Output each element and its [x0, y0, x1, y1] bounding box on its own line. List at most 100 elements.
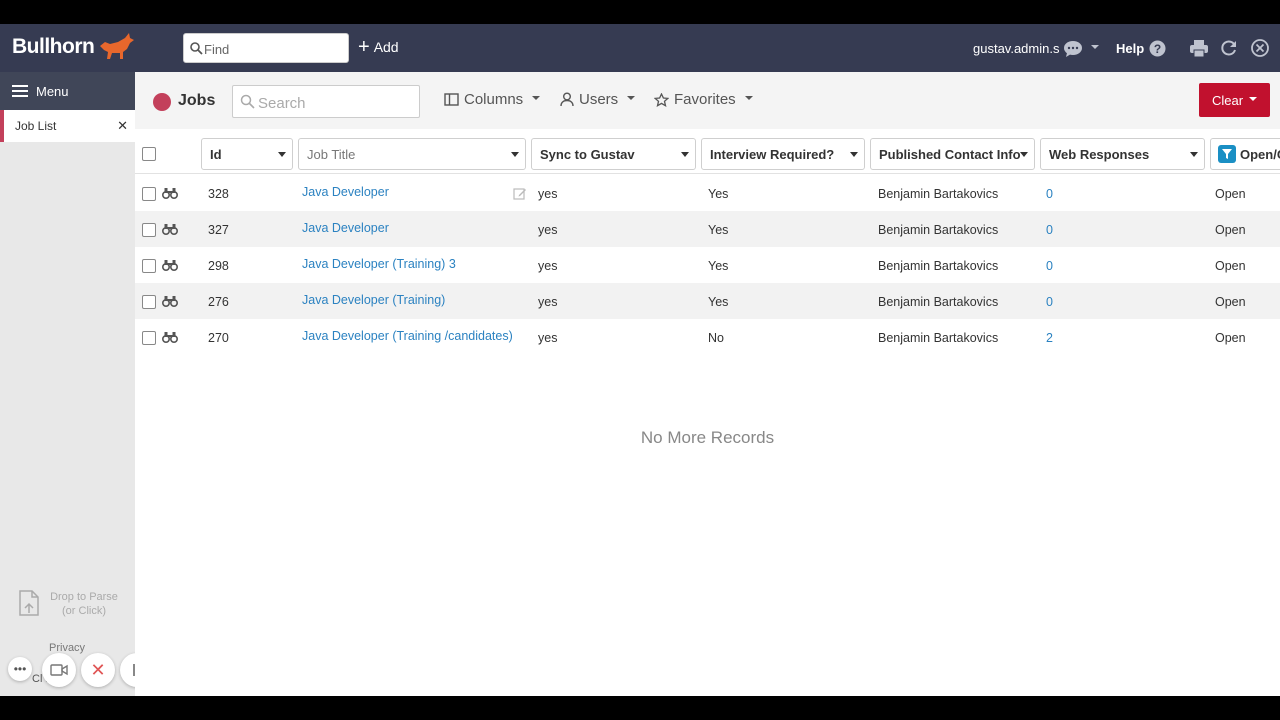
cell-interview: No [708, 331, 724, 345]
camera-icon [50, 664, 68, 676]
search-icon [240, 94, 255, 109]
chat-menu[interactable] [1063, 40, 1099, 58]
column-label: Id [210, 146, 222, 162]
svg-text:?: ? [1154, 42, 1161, 56]
clear-button[interactable]: Clear [1199, 83, 1270, 117]
app-window: Bullhorn + Add gustav.admin.s Help ? Men… [0, 24, 1280, 696]
chevron-down-icon [532, 95, 541, 100]
binoculars-icon[interactable] [161, 187, 179, 202]
cell-sync: yes [538, 331, 558, 345]
web-responses-link[interactable]: 2 [1046, 331, 1053, 345]
binoculars-icon[interactable] [161, 295, 179, 310]
job-title-link[interactable]: Java Developer [302, 185, 389, 199]
filter-icon[interactable] [1218, 145, 1236, 163]
binoculars-icon[interactable] [161, 259, 179, 274]
binoculars-icon[interactable] [161, 331, 179, 346]
users-button[interactable]: Users [560, 91, 636, 108]
cell-id: 328 [208, 187, 229, 201]
close-tab-icon[interactable]: ✕ [117, 118, 128, 134]
refresh-icon[interactable] [1220, 39, 1238, 57]
column-header-sync[interactable]: Sync to Gustav [531, 138, 696, 170]
help-icon[interactable]: ? [1149, 40, 1166, 57]
columns-button[interactable]: Columns [444, 91, 541, 108]
column-header-web-responses[interactable]: Web Responses [1040, 138, 1205, 170]
column-header-status[interactable]: Open/C [1210, 138, 1280, 170]
user-icon [560, 92, 574, 107]
cell-status: Open [1215, 187, 1246, 201]
dropdown-caret-icon [1190, 152, 1198, 157]
table-row[interactable]: 328 Java Developer yes Yes Benjamin Bartakov… [135, 175, 1280, 211]
table-row[interactable]: 327 Java Developer yes Yes Benjamin Bartakov… [135, 211, 1280, 247]
row-checkbox[interactable] [142, 331, 156, 345]
cell-contact: Benjamin Bartakovics [878, 187, 999, 201]
dropdown-caret-icon [278, 152, 286, 157]
username-menu[interactable]: gustav.admin.s [973, 41, 1059, 56]
cell-interview: Yes [708, 259, 729, 273]
drop-label-2: (or Click) [62, 605, 106, 617]
menu-button[interactable]: Menu [0, 72, 135, 110]
cell-contact: Benjamin Bartakovics [878, 295, 999, 309]
cell-status: Open [1215, 259, 1246, 273]
chevron-down-icon [627, 95, 636, 100]
favorites-button[interactable]: Favorites [654, 91, 753, 108]
list-toolbar: Jobs Columns Users Favorites Clea [135, 72, 1280, 129]
column-header-interview[interactable]: Interview Required? [701, 138, 865, 170]
print-icon[interactable] [1189, 40, 1209, 57]
recorder-cancel-button[interactable]: ✕ [81, 653, 115, 687]
job-title-link[interactable]: Java Developer [302, 221, 389, 235]
search-icon [190, 42, 203, 55]
favorites-label: Favorites [674, 91, 736, 108]
add-button[interactable]: + Add [358, 36, 399, 58]
column-header-id[interactable]: Id [201, 138, 293, 170]
drop-label-1: Drop to Parse [50, 591, 118, 603]
menu-label: Menu [36, 83, 69, 99]
tab-job-list[interactable]: Job List ✕ [0, 110, 135, 142]
row-checkbox[interactable] [142, 259, 156, 273]
chevron-down-icon [744, 95, 753, 100]
help-link[interactable]: Help [1116, 41, 1144, 56]
dropdown-caret-icon [681, 152, 689, 157]
cell-sync: yes [538, 295, 558, 309]
web-responses-link[interactable]: 0 [1046, 295, 1053, 309]
clear-label: Clear [1211, 92, 1244, 108]
table-header: Id Job Title Sync to Gustav Interview Re… [135, 129, 1280, 174]
web-responses-link[interactable]: 0 [1046, 259, 1053, 273]
find-box[interactable] [183, 33, 349, 63]
plus-icon: + [358, 36, 370, 58]
cell-id: 270 [208, 331, 229, 345]
drop-to-parse[interactable]: Drop to Parse (or Click) [18, 590, 124, 618]
web-responses-link[interactable]: 0 [1046, 223, 1053, 237]
bullhorn-logo[interactable]: Bullhorn [12, 35, 95, 59]
edit-icon[interactable] [513, 187, 527, 204]
sidebar: Menu Job List ✕ Drop to Parse (or Click)… [0, 72, 135, 696]
recorder-more-button[interactable]: ••• [8, 657, 32, 681]
find-input[interactable] [204, 39, 344, 59]
more-icon: ••• [13, 662, 27, 676]
no-more-records: No More Records [640, 428, 775, 447]
row-checkbox[interactable] [142, 223, 156, 237]
close-icon[interactable] [1251, 39, 1269, 57]
search-box[interactable] [232, 85, 420, 118]
search-input[interactable] [258, 93, 408, 113]
row-checkbox[interactable] [142, 187, 156, 201]
web-responses-link[interactable]: 0 [1046, 187, 1053, 201]
binoculars-icon[interactable] [161, 223, 179, 238]
chevron-down-icon [1091, 45, 1099, 49]
row-checkbox[interactable] [142, 295, 156, 309]
hamburger-icon [12, 85, 28, 97]
job-title-link[interactable]: Java Developer (Training) [302, 293, 445, 307]
star-icon [654, 92, 669, 107]
recorder-camera-button[interactable] [42, 653, 76, 687]
column-header-contact-info[interactable]: Published Contact Info [870, 138, 1035, 170]
table-row[interactable]: 276 Java Developer (Training) yes Yes Benjam… [135, 283, 1280, 319]
table-row[interactable]: 270 Java Developer (Training /candidates)… [135, 319, 1280, 355]
cell-contact: Benjamin Bartakovics [878, 223, 999, 237]
columns-icon [444, 93, 459, 106]
column-header-job-title[interactable]: Job Title [298, 138, 526, 170]
top-navbar: Bullhorn + Add gustav.admin.s Help ? [0, 24, 1280, 72]
privacy-link[interactable]: Privacy [49, 642, 85, 654]
job-title-link[interactable]: Java Developer (Training) 3 [302, 257, 456, 271]
select-all-checkbox[interactable] [142, 147, 156, 161]
job-title-link[interactable]: Java Developer (Training /candidates) [302, 329, 513, 343]
table-row[interactable]: 298 Java Developer (Training) 3 yes Yes Benj… [135, 247, 1280, 283]
